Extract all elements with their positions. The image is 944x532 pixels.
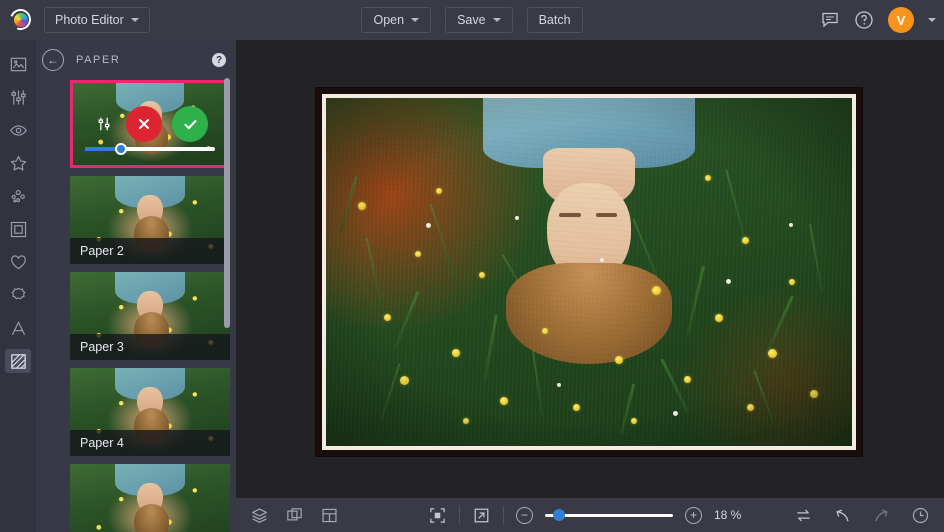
divider <box>503 506 504 524</box>
thumbnail-label: Paper 2 <box>70 238 230 264</box>
clock-icon[interactable] <box>911 506 930 525</box>
chevron-down-icon <box>131 18 139 22</box>
open-button[interactable]: Open <box>361 7 431 33</box>
paper-effect-panel: ← PAPER ? <box>36 40 236 532</box>
layout-grid-icon[interactable] <box>320 506 339 525</box>
app-menu-label: Photo Editor <box>55 13 124 27</box>
color-wheel-logo <box>8 8 32 32</box>
effect-intensity-slider[interactable] <box>85 147 215 151</box>
sidebar-item-texture[interactable] <box>5 349 31 373</box>
bottom-right-tools <box>794 506 930 525</box>
arrow-left-circle-icon[interactable]: ← <box>42 49 64 71</box>
thumbnail-subject-hair <box>134 504 169 532</box>
paper-thumbnail-2[interactable]: Paper 2 <box>70 176 230 264</box>
top-toolbar: Photo Editor Open Save Batch <box>0 0 944 40</box>
zoom-in-button[interactable]: + <box>685 507 702 524</box>
divider <box>459 506 460 524</box>
fit-screen-icon[interactable] <box>428 506 447 525</box>
artwork-frame[interactable] <box>316 88 862 456</box>
paper-thumbnail-5[interactable] <box>70 464 230 532</box>
chevron-down-icon[interactable] <box>928 18 936 22</box>
thumbnail-preview <box>70 464 230 532</box>
zoom-out-button[interactable]: − <box>516 507 533 524</box>
bottom-left-tools <box>250 506 339 525</box>
zoom-slider-handle[interactable] <box>553 509 565 521</box>
undo-arrow-icon[interactable] <box>833 506 852 525</box>
sidebar-item-favorites[interactable] <box>5 250 31 274</box>
swap-arrows-icon[interactable] <box>794 506 813 525</box>
apply-effect-button[interactable] <box>172 106 208 142</box>
sidebar-item-effects[interactable] <box>5 151 31 175</box>
effect-settings-icon[interactable] <box>92 112 116 136</box>
batch-button[interactable]: Batch <box>527 7 583 33</box>
canvas-area[interactable] <box>236 40 944 498</box>
save-button[interactable]: Save <box>445 7 513 33</box>
paper-thumbnail-3[interactable]: Paper 3 <box>70 272 230 360</box>
chevron-down-icon <box>411 18 419 22</box>
app-menu-photo-editor[interactable]: Photo Editor <box>44 7 150 33</box>
sidebar-item-text[interactable] <box>5 316 31 340</box>
expand-arrow-icon[interactable] <box>472 506 491 525</box>
comment-icon[interactable] <box>820 10 840 30</box>
zoom-slider[interactable] <box>545 514 673 517</box>
sidebar-item-overlays[interactable] <box>5 184 31 208</box>
open-button-label: Open <box>373 13 404 27</box>
avatar[interactable]: V <box>888 7 914 33</box>
paper-thumbnail-list[interactable]: Paper 2 Paper 3 Paper 4 <box>36 80 236 532</box>
woman-lying-in-grass-photo <box>326 98 852 446</box>
paper-thumbnail-4[interactable]: Paper 4 <box>70 368 230 456</box>
redo-arrow-icon[interactable] <box>872 506 891 525</box>
sidebar-item-frames[interactable] <box>5 217 31 241</box>
compare-icon[interactable] <box>285 506 304 525</box>
sidebar-item-adjust[interactable] <box>5 85 31 109</box>
bottom-toolbar: − + 18 % <box>236 498 944 532</box>
batch-button-label: Batch <box>539 13 571 27</box>
thumbnail-edit-controls <box>73 83 227 165</box>
page-title: PAPER <box>76 54 212 66</box>
layers-icon[interactable] <box>250 506 269 525</box>
photo-editor-window: Photo Editor Open Save Batch <box>0 0 944 532</box>
thumbnail-label: Paper 3 <box>70 334 230 360</box>
top-right-cluster: V <box>820 0 936 40</box>
paper-thumbnail-selected[interactable] <box>70 80 230 168</box>
sidebar-item-stickers[interactable] <box>5 283 31 307</box>
panel-scrollbar[interactable] <box>224 78 230 328</box>
artwork-mat <box>322 94 856 450</box>
chevron-down-icon <box>493 18 501 22</box>
save-button-label: Save <box>457 13 486 27</box>
help-circle-icon[interactable]: ? <box>212 53 226 67</box>
sidebar-item-image[interactable] <box>5 52 31 76</box>
thumbnail-label: Paper 4 <box>70 430 230 456</box>
tool-rail <box>0 40 36 532</box>
vignette-overlay <box>326 98 852 446</box>
zoom-level-label: 18 % <box>714 508 752 522</box>
sidebar-item-retouch[interactable] <box>5 118 31 142</box>
help-circle-icon[interactable] <box>854 10 874 30</box>
cancel-effect-button[interactable] <box>126 106 162 142</box>
logo-color-wheel <box>14 13 28 27</box>
panel-header: ← PAPER ? <box>36 40 236 80</box>
